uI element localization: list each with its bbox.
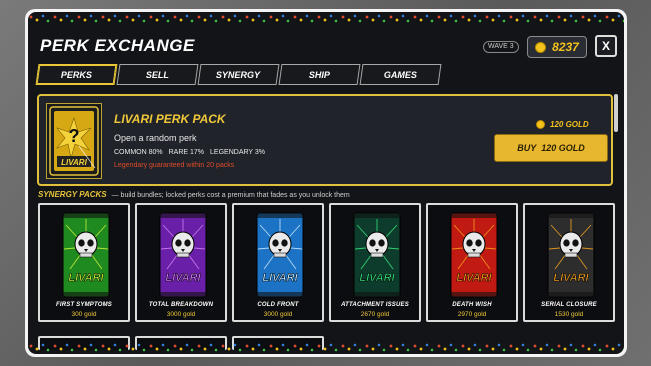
- coin-icon: [536, 120, 545, 129]
- featured-title: LIVARI PERK PACK: [114, 112, 226, 126]
- tab-label: PERKS: [60, 69, 92, 80]
- pack-brand: LIVARI: [165, 272, 201, 284]
- synergy-pack-card[interactable]: LIVARI SERIAL CLOSURE 1530 gold: [523, 203, 615, 322]
- featured-pack-panel: ? LIVARI LIVARI PERK PACK Open a random …: [37, 94, 613, 186]
- pack-name: COLD FRONT: [257, 302, 299, 308]
- odds-common: COMMON 80%: [114, 149, 163, 156]
- synergy-pack-card[interactable]: LIVARI COLD FRONT 3000 gold: [232, 203, 324, 322]
- pity-note: Legendary guaranteed within 20 packs: [114, 162, 235, 169]
- tab-label: GAMES: [383, 69, 417, 80]
- tab-games[interactable]: GAMES: [359, 64, 442, 85]
- pack-price: 3000 gold: [166, 311, 196, 318]
- close-button[interactable]: X: [595, 35, 617, 57]
- pack-name: TOTAL BREAKDOWN: [148, 302, 214, 308]
- panel: PERK EXCHANGE WAVE 3 8237 X PERKS SELL S…: [28, 12, 624, 354]
- pack-art-icon: LIVARI: [547, 212, 595, 298]
- tab-bar: PERKS SELL SYNERGY SHIP GAMES: [35, 64, 442, 85]
- synergy-header: SYNERGY PACKS — build bundles; locked pe…: [38, 190, 350, 199]
- tab-ship[interactable]: SHIP: [278, 64, 361, 85]
- pack-brand: LIVARI: [553, 272, 589, 284]
- synergy-pack-card[interactable]: LIVARI ATTACHMENT ISSUES 2670 gold: [329, 203, 421, 322]
- tab-label: SELL: [145, 69, 169, 80]
- tab-label: SHIP: [308, 69, 330, 80]
- synergy-title: SYNERGY PACKS: [38, 190, 107, 199]
- buy-button[interactable]: BUY 120 GOLD: [494, 134, 608, 162]
- pack-price: 1530 gold: [554, 311, 584, 318]
- synergy-pack-card[interactable]: LIVARI TOTAL BREAKDOWN 3000 gold: [135, 203, 227, 322]
- pack-brand: LIVARI: [262, 272, 298, 284]
- synergy-pack-card[interactable]: LIVARI DEATH WISH 2970 gold: [426, 203, 518, 322]
- pack-brand: LIVARI: [456, 272, 492, 284]
- pack-brand: LIVARI: [359, 272, 395, 284]
- coin-icon: [535, 41, 547, 53]
- gold-counter: 8237: [527, 36, 587, 58]
- tab-sell[interactable]: SELL: [116, 64, 199, 85]
- gold-amount: 8237: [552, 40, 579, 54]
- featured-price-text: 120 GOLD: [550, 120, 589, 129]
- synergy-description: — build bundles; locked perks cost a pre…: [111, 192, 350, 199]
- odds-list: COMMON 80% RARE 17% LEGENDARY 3%: [114, 149, 265, 156]
- tab-synergy[interactable]: SYNERGY: [197, 64, 280, 85]
- buy-price: 120 GOLD: [541, 143, 585, 153]
- pack-price: 3000 gold: [263, 311, 293, 318]
- pack-art-icon: LIVARI: [62, 212, 110, 298]
- svg-text:?: ?: [69, 126, 80, 146]
- confetti-border-bottom: [28, 343, 624, 352]
- confetti-border-top: [28, 14, 624, 23]
- featured-subtitle: Open a random perk: [114, 133, 197, 143]
- scrollbar[interactable]: [614, 94, 618, 132]
- pack-name: DEATH WISH: [452, 302, 492, 308]
- odds-legendary: LEGENDARY 3%: [210, 149, 266, 156]
- pack-price: 2970 gold: [457, 311, 487, 318]
- tab-label: SYNERGY: [216, 69, 261, 80]
- mystery-pack-icon: ? LIVARI: [49, 106, 99, 176]
- odds-rare: RARE 17%: [168, 149, 205, 156]
- pack-art-icon: LIVARI: [256, 212, 304, 298]
- featured-pack-card[interactable]: ? LIVARI: [46, 103, 102, 179]
- wave-badge: WAVE 3: [483, 41, 519, 53]
- pack-brand: LIVARI: [68, 272, 104, 284]
- featured-price: 120 GOLD: [536, 120, 589, 129]
- pack-price: 300 gold: [71, 311, 97, 318]
- page-title: PERK EXCHANGE: [40, 36, 195, 55]
- synergy-pack-card[interactable]: LIVARI FIRST SYMPTOMS 300 gold: [38, 203, 130, 322]
- pack-price: 2670 gold: [360, 311, 390, 318]
- perk-exchange-window: PERK EXCHANGE WAVE 3 8237 X PERKS SELL S…: [25, 9, 627, 357]
- card-brand: LIVARI: [61, 158, 87, 167]
- tab-perks[interactable]: PERKS: [35, 64, 118, 85]
- pack-art-icon: LIVARI: [159, 212, 207, 298]
- pack-art-icon: LIVARI: [353, 212, 401, 298]
- buy-label: BUY: [517, 143, 537, 153]
- pack-art-icon: LIVARI: [450, 212, 498, 298]
- pack-name: ATTACHMENT ISSUES: [341, 302, 409, 308]
- pack-name: FIRST SYMPTOMS: [55, 302, 113, 308]
- pack-name: SERIAL CLOSURE: [541, 302, 597, 308]
